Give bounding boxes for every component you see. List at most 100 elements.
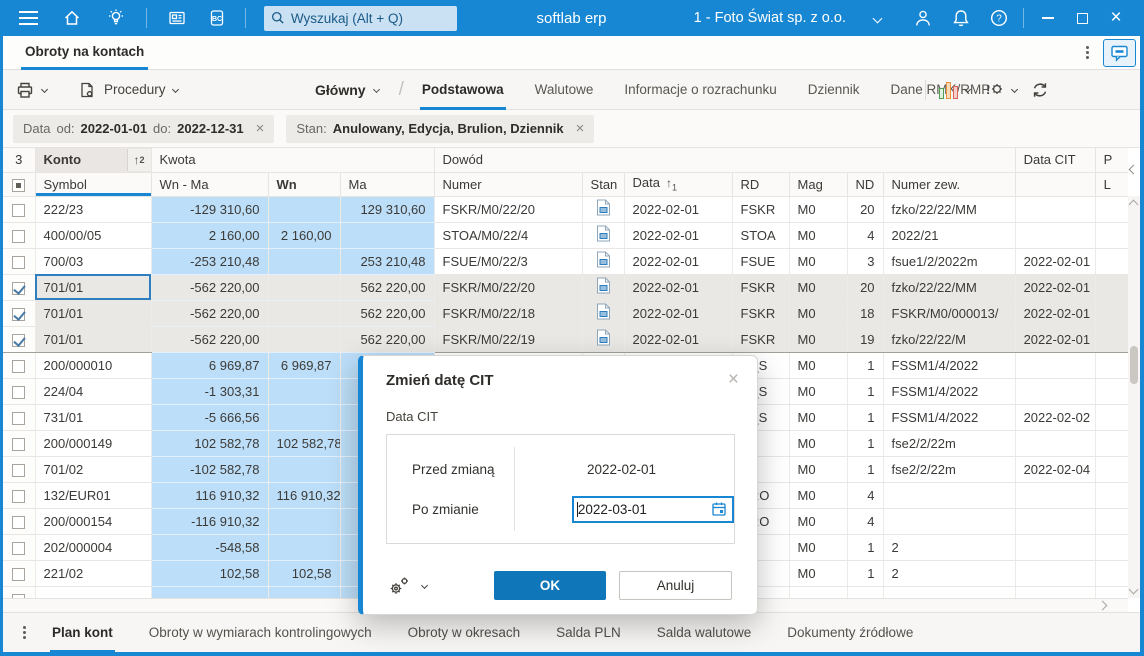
close-icon[interactable]: × xyxy=(1104,6,1128,30)
settings-alert-button[interactable]: ! xyxy=(983,80,1019,100)
row-checkbox[interactable] xyxy=(3,325,36,353)
cell-nd[interactable]: 4 xyxy=(847,508,884,535)
view-tab-informacje[interactable]: Informacje o rozrachunku xyxy=(622,70,778,110)
cell-numer-zew[interactable]: fzko/22/22/MM xyxy=(883,196,1016,223)
cell-nd[interactable]: 1 xyxy=(847,378,884,405)
cell-wn[interactable] xyxy=(268,586,341,598)
cell-mag[interactable]: M0 xyxy=(789,248,848,275)
cell-nd[interactable] xyxy=(847,586,884,598)
close-icon[interactable]: × xyxy=(728,370,739,389)
sort-asc-1-icon[interactable]: ↑1 xyxy=(666,176,677,192)
row-checkbox[interactable] xyxy=(3,300,36,327)
maximize-icon[interactable] xyxy=(1070,6,1094,30)
menu-icon[interactable] xyxy=(19,17,38,19)
cell-data[interactable]: 2022-02-01 xyxy=(624,248,733,275)
cell-data-cit[interactable] xyxy=(1015,534,1096,561)
cell-data-cit[interactable] xyxy=(1015,222,1096,249)
cell-symbol[interactable]: 400/00/05 xyxy=(35,222,152,249)
cell-numer-zew[interactable]: fse2/2/22m xyxy=(883,430,1016,457)
cell-symbol[interactable]: 132/EUR01 xyxy=(35,482,152,509)
cell-wn-ma[interactable]: -1 303,31 xyxy=(151,378,269,405)
row-checkbox[interactable] xyxy=(3,534,36,561)
row-checkbox[interactable] xyxy=(3,430,36,457)
select-all-checkbox[interactable] xyxy=(3,172,36,197)
header-symbol[interactable]: Symbol xyxy=(35,172,152,197)
cell-ma[interactable]: 562 220,00 xyxy=(340,300,435,327)
table-row[interactable]: 701/01 -562 220,00 562 220,00 FSKR/M0/22… xyxy=(3,325,1128,353)
cell-mag[interactable]: M0 xyxy=(789,430,848,457)
header-wn-ma[interactable]: Wn - Ma xyxy=(151,172,269,197)
more-vertical-icon[interactable] xyxy=(1086,51,1089,54)
header-group-p[interactable]: P xyxy=(1095,148,1128,173)
layout-selector[interactable]: Główny xyxy=(315,82,380,98)
cell-ma[interactable]: 562 220,00 xyxy=(340,325,435,353)
bottom-tab-plan-kont[interactable]: Plan kont xyxy=(50,613,115,653)
cell-wn-ma[interactable]: -562 220,00 xyxy=(151,300,269,327)
cell-data-cit[interactable]: 2022-02-01 xyxy=(1015,325,1096,353)
cell-wn[interactable] xyxy=(268,534,341,561)
procedures-button[interactable]: Procedury xyxy=(77,80,179,100)
bottom-tab-obroty-okresy[interactable]: Obroty w okresach xyxy=(406,613,523,653)
cell-wn-ma[interactable]: -5 666,56 xyxy=(151,404,269,431)
cell-numer-zew[interactable]: fsue1/2/2022m xyxy=(883,248,1016,275)
cell-symbol[interactable]: 700/03 xyxy=(35,248,152,275)
chevron-down-icon[interactable] xyxy=(872,13,883,23)
cell-wn[interactable]: 102 582,78 xyxy=(268,430,341,457)
cell-wn[interactable]: 2 160,00 xyxy=(268,222,341,249)
cell-rd[interactable]: FSUE xyxy=(732,248,790,275)
cell-wn[interactable] xyxy=(268,196,341,223)
cell-p-l[interactable] xyxy=(1095,248,1128,275)
cell-wn-ma[interactable]: -562 220,00 xyxy=(151,325,269,353)
cell-symbol[interactable]: 200/000154 xyxy=(35,508,152,535)
row-checkbox[interactable] xyxy=(3,586,36,598)
filter-chip-date[interactable]: Data od: 2022-01-01 do: 2022-12-31 × xyxy=(13,114,275,143)
row-checkbox[interactable] xyxy=(3,222,36,249)
cell-numer-zew[interactable] xyxy=(883,586,1016,598)
cell-data-cit[interactable] xyxy=(1015,378,1096,405)
search-input[interactable] xyxy=(290,10,451,26)
row-checkbox[interactable] xyxy=(3,274,36,301)
cell-stan[interactable] xyxy=(582,222,625,249)
help-icon[interactable]: ? xyxy=(987,6,1011,30)
row-checkbox[interactable] xyxy=(3,482,36,509)
cell-nd[interactable]: 1 xyxy=(847,352,884,379)
cell-mag[interactable]: M0 xyxy=(789,274,848,301)
cell-stan[interactable] xyxy=(582,196,625,223)
bottom-tab-obroty-wymiary[interactable]: Obroty w wymiarach kontrolingowych xyxy=(147,613,374,653)
cell-wn[interactable] xyxy=(268,248,341,275)
cell-symbol[interactable]: 200/000149 xyxy=(35,430,152,457)
cell-mag[interactable]: M0 xyxy=(789,482,848,509)
header-ma[interactable]: Ma xyxy=(340,172,435,197)
row-checkbox[interactable] xyxy=(3,196,36,223)
cell-nd[interactable]: 20 xyxy=(847,274,884,301)
header-group-dowod[interactable]: Dowód xyxy=(434,148,1016,173)
cell-data-cit[interactable]: 2022-02-02 xyxy=(1015,404,1096,431)
cell-rd[interactable]: FSKR xyxy=(732,325,790,353)
ok-button[interactable]: OK xyxy=(494,571,606,600)
cell-wn-ma[interactable]: 102 582,78 xyxy=(151,430,269,457)
header-mag[interactable]: Mag xyxy=(789,172,848,197)
cell-mag[interactable]: M0 xyxy=(789,378,848,405)
sort-asc-2-icon[interactable]: ↑ 2 xyxy=(126,149,150,171)
notifications-icon[interactable] xyxy=(949,6,973,30)
cell-data-cit[interactable]: 2022-02-01 xyxy=(1015,274,1096,301)
cell-ma[interactable]: 562 220,00 xyxy=(340,274,435,301)
cell-numer-zew[interactable]: FSSM1/4/2022 xyxy=(883,352,1016,379)
cell-wn-ma[interactable]: -129 310,60 xyxy=(151,196,269,223)
chevron-down-icon[interactable] xyxy=(171,85,179,94)
cell-wn[interactable] xyxy=(268,325,341,353)
cell-mag[interactable]: M0 xyxy=(789,560,848,587)
cell-wn[interactable] xyxy=(268,404,341,431)
cell-p-l[interactable] xyxy=(1095,378,1128,405)
cell-data-cit[interactable] xyxy=(1015,586,1096,598)
cell-rd[interactable]: FSKR xyxy=(732,196,790,223)
header-stan[interactable]: Stan xyxy=(582,172,625,197)
cell-mag[interactable]: M0 xyxy=(789,196,848,223)
view-tab-dziennik[interactable]: Dziennik xyxy=(806,70,862,110)
cell-p-l[interactable] xyxy=(1095,586,1128,598)
cell-data-cit[interactable]: 2022-02-04 xyxy=(1015,456,1096,483)
cell-symbol[interactable]: 701/02 xyxy=(35,456,152,483)
cell-mag[interactable]: M0 xyxy=(789,352,848,379)
cell-numer-zew[interactable]: 2022/21 xyxy=(883,222,1016,249)
cell-numer[interactable]: FSKR/M0/22/19 xyxy=(434,325,583,353)
